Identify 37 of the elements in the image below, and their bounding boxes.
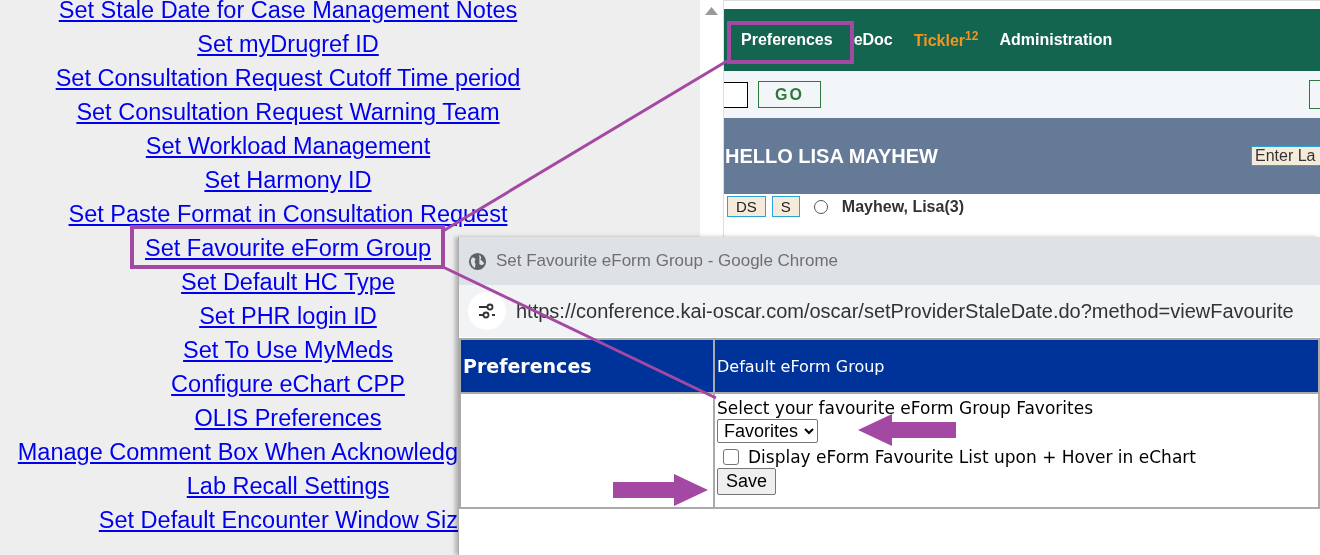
preference-link[interactable]: Set Workload Management <box>145 132 431 160</box>
preference-link[interactable]: Configure eChart CPP <box>171 370 405 398</box>
preference-link[interactable]: OLIS Preferences <box>194 404 382 432</box>
group-dropdown[interactable]: Favorites <box>717 419 818 443</box>
provider-name: Mayhew, Lisa(3) <box>841 197 964 216</box>
preference-link[interactable]: Set Consultation Request Cutoff Time period <box>55 64 521 92</box>
name-search-field[interactable]: Enter La <box>1251 146 1320 166</box>
search-input-field[interactable] <box>724 81 748 108</box>
globe-icon <box>468 251 487 271</box>
preference-link[interactable]: Lab Recall Settings <box>186 472 390 500</box>
preference-link[interactable]: Set Default Encounter Window Siz <box>98 506 458 534</box>
preference-link[interactable]: Set To Use MyMeds <box>183 336 393 364</box>
section-heading: Default eForm Group <box>717 356 885 376</box>
preference-link[interactable]: Set Consultation Request Warning Team <box>76 98 500 126</box>
preference-link[interactable]: Set Stale Date for Case Management Notes <box>58 0 518 24</box>
prompt-text: Select your favourite eForm Group Favorites <box>717 398 1094 418</box>
preference-link[interactable]: Set Default HC Type <box>181 268 395 296</box>
schedule-button[interactable]: DS <box>727 196 766 217</box>
checkbox-label: Display eForm Favourite List upon + Hover in eChart <box>748 447 1196 467</box>
schedule-button[interactable]: S <box>771 196 800 217</box>
nav-item[interactable]: eDoc <box>853 31 893 49</box>
preference-link[interactable]: Set myDrugref ID <box>197 30 379 58</box>
greeting-heading: HELLO LISA MAYHEW <box>725 144 938 168</box>
save-button[interactable]: Save <box>717 468 777 495</box>
nav-item[interactable]: Administration <box>999 31 1113 49</box>
preference-link[interactable]: Manage Comment Box When Acknowledg <box>17 438 458 466</box>
scroll-up-icon[interactable] <box>705 6 718 15</box>
checkbox[interactable] <box>723 449 739 465</box>
preference-link[interactable]: Set Favourite eForm Group <box>145 234 431 262</box>
sidebar-heading: Preferences <box>463 355 592 377</box>
nav-item[interactable]: Preferences <box>741 31 833 49</box>
window-title: Set Favourite eForm Group - Google Chrome <box>496 251 839 271</box>
toolbar-button[interactable] <box>1309 80 1320 109</box>
go-button[interactable]: GO <box>758 81 821 108</box>
preference-link[interactable]: Set PHR login ID <box>199 302 377 330</box>
preference-link[interactable]: Set Harmony ID <box>204 166 372 194</box>
site-settings-icon[interactable] <box>468 292 506 330</box>
